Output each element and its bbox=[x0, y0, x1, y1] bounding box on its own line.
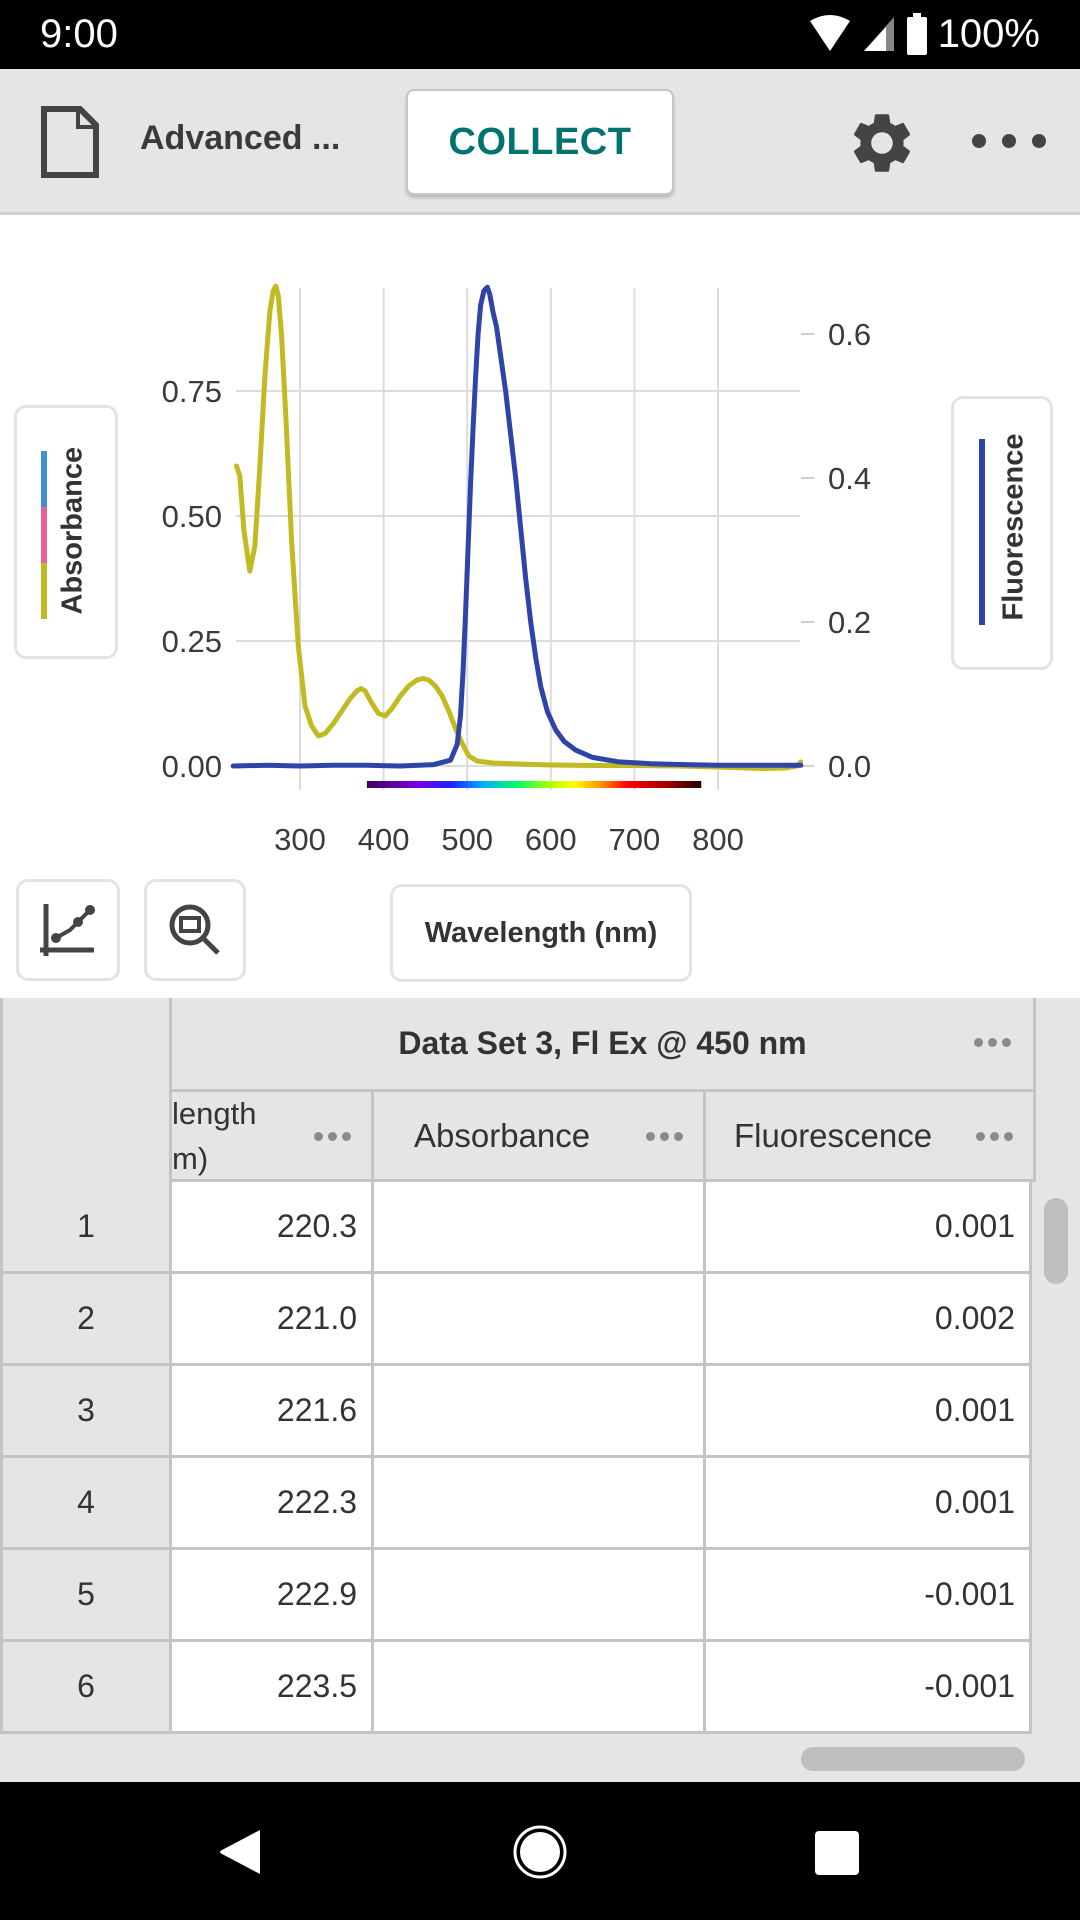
x-tick-label: 300 bbox=[274, 822, 326, 857]
table-row: 2 221.0 0.002 bbox=[0, 1274, 1032, 1366]
absorbance-cell[interactable] bbox=[374, 1366, 706, 1458]
fluorescence-cell[interactable]: 0.001 bbox=[706, 1366, 1032, 1458]
fluorescence-legend-label: Fluorescence bbox=[997, 433, 1030, 621]
wavelength-cell[interactable]: 221.6 bbox=[172, 1366, 374, 1458]
x-tick-label: 500 bbox=[441, 822, 493, 857]
wavelength-cell[interactable]: 221.0 bbox=[172, 1274, 374, 1366]
dot bbox=[1002, 134, 1016, 148]
x-tick-label: 700 bbox=[609, 822, 661, 857]
x-tick-label: 400 bbox=[358, 822, 410, 857]
column-header-absorbance[interactable]: Absorbance bbox=[374, 1092, 706, 1182]
collect-button[interactable]: COLLECT bbox=[406, 89, 674, 195]
row-index-cell[interactable]: 1 bbox=[0, 1182, 172, 1274]
document-icon[interactable] bbox=[40, 105, 100, 179]
horizontal-scrollbar[interactable] bbox=[801, 1747, 1025, 1771]
table-row: 1 220.3 0.001 bbox=[0, 1182, 1032, 1274]
row-index-cell[interactable]: 3 bbox=[0, 1366, 172, 1458]
fluorescence-cell[interactable]: -0.001 bbox=[706, 1550, 1032, 1642]
zoom-fit-icon bbox=[169, 904, 220, 955]
fluorescence-cell[interactable]: 0.002 bbox=[706, 1274, 1032, 1366]
absorbance-legend-label: Absorbance bbox=[56, 446, 89, 615]
visible-spectrum-bar bbox=[366, 781, 702, 788]
table-row: 3 221.6 0.001 bbox=[0, 1366, 1032, 1458]
x-tick-label: 600 bbox=[525, 822, 577, 857]
fluorescence-cell[interactable]: 0.001 bbox=[706, 1182, 1032, 1274]
y2-tick-label: 0.4 bbox=[828, 461, 871, 496]
fluorescence-legend-swatch bbox=[979, 439, 985, 625]
x-axis-column-button[interactable]: Wavelength (nm) bbox=[390, 884, 692, 982]
column-label-line1: length bbox=[172, 1095, 257, 1131]
column-menu-button[interactable] bbox=[646, 1132, 683, 1141]
absorbance-legend-button[interactable]: Absorbance bbox=[14, 405, 118, 659]
fluorescence-series-line bbox=[230, 284, 804, 769]
status-icons: 100% bbox=[808, 10, 1040, 58]
row-index-header bbox=[0, 998, 172, 1182]
row-index-cell[interactable]: 6 bbox=[0, 1642, 172, 1734]
cell-signal-icon bbox=[863, 17, 894, 51]
status-bar: 9:00 100% bbox=[0, 0, 1080, 69]
row-index-cell[interactable]: 5 bbox=[0, 1550, 172, 1642]
battery-icon bbox=[906, 13, 927, 55]
graph-options-icon bbox=[40, 904, 95, 956]
system-nav-bar bbox=[0, 1782, 1080, 1920]
wavelength-cell[interactable]: 222.3 bbox=[172, 1458, 374, 1550]
absorbance-cell[interactable] bbox=[374, 1182, 706, 1274]
dataset-title: Data Set 3, Fl Ex @ 450 nm bbox=[398, 1025, 807, 1061]
absorbance-cell[interactable] bbox=[374, 1642, 706, 1734]
column-menu-button[interactable] bbox=[976, 1132, 1013, 1141]
dataset-header[interactable]: Data Set 3, Fl Ex @ 450 nm bbox=[172, 998, 1036, 1092]
graph-panel: 300 400 500 600 700 800 0.00 0.25 0.50 0.75 0.0 0.2… bbox=[0, 218, 1080, 998]
file-title[interactable]: Advanced ... bbox=[140, 119, 340, 158]
fluorescence-legend-button[interactable]: Fluorescence bbox=[951, 396, 1053, 670]
column-label-line2: m) bbox=[172, 1140, 209, 1176]
fluorescence-cell[interactable]: -0.001 bbox=[706, 1642, 1032, 1734]
row-index-cell[interactable]: 2 bbox=[0, 1274, 172, 1366]
zoom-fit-button[interactable] bbox=[144, 879, 246, 981]
column-header-fluorescence[interactable]: Fluorescence bbox=[706, 1092, 1036, 1182]
vertical-scrollbar[interactable] bbox=[1044, 1198, 1068, 1284]
absorbance-cell[interactable] bbox=[374, 1274, 706, 1366]
gear-icon[interactable] bbox=[846, 107, 918, 179]
battery-percent: 100% bbox=[937, 11, 1040, 56]
recents-icon[interactable] bbox=[814, 1830, 860, 1876]
wifi-icon bbox=[809, 15, 850, 51]
x-tick-label: 800 bbox=[692, 822, 744, 857]
wavelength-cell[interactable]: 220.3 bbox=[172, 1182, 374, 1274]
column-header-fluorescence-label: Fluorescence bbox=[734, 1116, 933, 1154]
table-row: 6 223.5 -0.001 bbox=[0, 1642, 1032, 1734]
status-time: 9:00 bbox=[40, 12, 118, 56]
y-tick-label: 0.50 bbox=[162, 499, 222, 534]
home-icon[interactable] bbox=[512, 1824, 568, 1880]
column-menu-button[interactable] bbox=[314, 1132, 351, 1141]
y-tick-label: 0.00 bbox=[162, 749, 222, 784]
data-table: Data Set 3, Fl Ex @ 450 nm length m) Abs… bbox=[0, 998, 1080, 1782]
column-header-wavelength[interactable]: length m) bbox=[172, 1092, 374, 1182]
fluorescence-cell[interactable]: 0.001 bbox=[706, 1458, 1032, 1550]
y2-tick-label: 0.6 bbox=[828, 317, 871, 352]
table-row: 4 222.3 0.001 bbox=[0, 1458, 1032, 1550]
y-tick-label: 0.25 bbox=[162, 624, 222, 659]
y-tick-label: 0.75 bbox=[162, 374, 222, 409]
dot bbox=[972, 134, 986, 148]
app-toolbar: Advanced ... COLLECT bbox=[0, 69, 1080, 215]
row-index-cell[interactable]: 4 bbox=[0, 1458, 172, 1550]
dot bbox=[1032, 134, 1046, 148]
graph-options-button[interactable] bbox=[16, 879, 120, 981]
absorbance-cell[interactable] bbox=[374, 1550, 706, 1642]
column-header-absorbance-label: Absorbance bbox=[414, 1116, 591, 1154]
wavelength-cell[interactable]: 222.9 bbox=[172, 1550, 374, 1642]
more-options-button[interactable] bbox=[972, 129, 1046, 153]
absorbance-legend-swatch bbox=[41, 451, 47, 619]
absorbance-cell[interactable] bbox=[374, 1458, 706, 1550]
y2-tick-label: 0.0 bbox=[828, 749, 871, 784]
dataset-menu-button[interactable] bbox=[974, 1038, 1011, 1047]
column-header-wavelength-label: length m) bbox=[172, 1091, 256, 1181]
back-icon[interactable] bbox=[218, 1828, 262, 1876]
table-row: 5 222.9 -0.001 bbox=[0, 1550, 1032, 1642]
y2-tick-label: 0.2 bbox=[828, 605, 871, 640]
wavelength-cell[interactable]: 223.5 bbox=[172, 1642, 374, 1734]
